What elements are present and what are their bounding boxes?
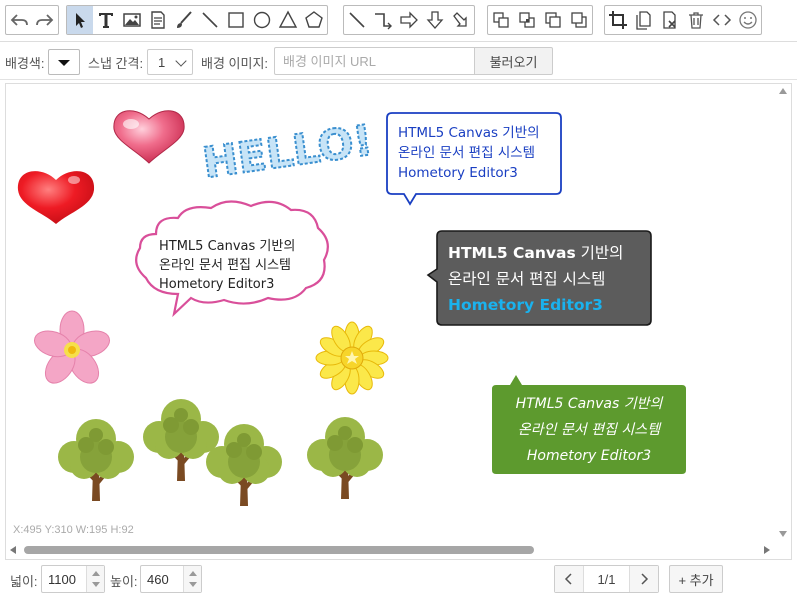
triangle-icon[interactable] bbox=[275, 6, 301, 34]
prev-page-button[interactable] bbox=[555, 566, 583, 592]
options-bar: 배경색: 스냅 간격: 1 배경 이미지: 불러오기 bbox=[0, 42, 797, 80]
elbow-connector-icon[interactable] bbox=[370, 6, 396, 34]
load-button[interactable]: 불러오기 bbox=[474, 47, 553, 75]
crop-icon[interactable] bbox=[605, 6, 631, 34]
height-label: 높이: bbox=[110, 574, 138, 589]
horizontal-scrollbar[interactable] bbox=[6, 541, 791, 559]
width-label: 넓이: bbox=[10, 574, 38, 589]
history-group bbox=[5, 5, 59, 35]
tree-icon[interactable] bbox=[305, 415, 385, 501]
width-spin[interactable] bbox=[86, 566, 104, 592]
bottom-bar: 넓이: 1100 높이: 460 1/1 + 추가 bbox=[0, 560, 797, 603]
green-bubble-text: HTML5 Canvas 기반의 온라인 문서 편집 시스템 Hometory … bbox=[494, 391, 684, 469]
trash-icon[interactable] bbox=[683, 6, 709, 34]
draw-tools-group bbox=[66, 5, 328, 35]
image-icon[interactable] bbox=[119, 6, 145, 34]
editor-app: 배경색: 스냅 간격: 1 배경 이미지: 불러오기 bbox=[0, 0, 797, 603]
scroll-right-icon[interactable] bbox=[764, 546, 770, 554]
spin-up-icon[interactable] bbox=[92, 571, 100, 576]
code-icon[interactable] bbox=[709, 6, 735, 34]
send-back-icon[interactable] bbox=[514, 6, 540, 34]
hello-wordart[interactable]: HELLO! bbox=[199, 114, 377, 188]
yellow-flower-icon[interactable] bbox=[315, 321, 389, 395]
arrange-group bbox=[487, 5, 593, 35]
bg-image-label: 배경 이미지: bbox=[201, 56, 269, 71]
pink-heart-icon[interactable] bbox=[113, 110, 185, 164]
diagonal-line-icon[interactable] bbox=[344, 6, 370, 34]
arrow-right-icon[interactable] bbox=[396, 6, 422, 34]
edit-group bbox=[604, 5, 762, 35]
bubble-bold: HTML5 Canvas bbox=[448, 244, 576, 262]
circle-icon[interactable] bbox=[249, 6, 275, 34]
bubble-line: Hometory Editor3 bbox=[398, 165, 518, 181]
undo-icon[interactable] bbox=[6, 6, 32, 34]
scroll-down-icon[interactable] bbox=[779, 531, 787, 537]
bg-image-url-input[interactable] bbox=[274, 47, 475, 75]
brush-icon[interactable] bbox=[171, 6, 197, 34]
connector-tools-group bbox=[343, 5, 475, 35]
redo-icon[interactable] bbox=[32, 6, 58, 34]
pink-flower-icon[interactable] bbox=[31, 310, 113, 389]
bubble-line: 온라인 문서 편집 시스템 bbox=[517, 422, 661, 438]
blue-bubble-text: HTML5 Canvas 기반의 온라인 문서 편집 시스템 Hometory … bbox=[398, 123, 540, 183]
smiley-icon[interactable] bbox=[735, 6, 761, 34]
rectangle-icon[interactable] bbox=[223, 6, 249, 34]
red-heart-icon[interactable] bbox=[17, 171, 95, 224]
bg-color-picker[interactable] bbox=[48, 49, 80, 75]
document-icon[interactable] bbox=[145, 6, 171, 34]
snap-value: 1 bbox=[158, 55, 166, 70]
arrow-down-icon[interactable] bbox=[422, 6, 448, 34]
bubble-rest: 기반의 bbox=[575, 244, 624, 262]
pentagon-icon[interactable] bbox=[301, 6, 327, 34]
canvas-area[interactable]: HELLO! HTML5 Canvas 기반의 온라인 문서 편집 시스템 Ho… bbox=[5, 83, 792, 560]
page-navigator: 1/1 bbox=[554, 565, 659, 593]
bring-forward-icon[interactable] bbox=[540, 6, 566, 34]
text-icon[interactable] bbox=[93, 6, 119, 34]
hscroll-thumb[interactable] bbox=[24, 546, 534, 554]
add-page-button[interactable]: + 추가 bbox=[669, 565, 723, 593]
main-toolbar bbox=[0, 0, 797, 42]
scroll-up-icon[interactable] bbox=[779, 88, 787, 94]
clear-icon[interactable] bbox=[657, 6, 683, 34]
bubble-line: HTML5 Canvas 기반의 bbox=[159, 239, 296, 254]
bg-color-label: 배경색: bbox=[5, 56, 45, 71]
bubble-line: HTML5 Canvas 기반의 bbox=[398, 125, 540, 141]
bubble-line: HTML5 Canvas 기반의 bbox=[448, 240, 623, 266]
dark-bubble-text: HTML5 Canvas 기반의 온라인 문서 편집 시스템 Hometory … bbox=[448, 240, 623, 318]
width-stepper[interactable]: 1100 bbox=[41, 565, 105, 593]
bubble-line: 온라인 문서 편집 시스템 bbox=[159, 258, 291, 273]
bubble-line: HTML5 Canvas 기반의 bbox=[515, 396, 663, 412]
bubble-line: Hometory Editor3 bbox=[159, 277, 275, 292]
send-backward-icon[interactable] bbox=[566, 6, 592, 34]
vertical-scrollbar[interactable] bbox=[779, 88, 787, 537]
arrow-diagonal-icon[interactable] bbox=[448, 6, 474, 34]
page-indicator: 1/1 bbox=[583, 566, 630, 592]
next-page-button[interactable] bbox=[630, 566, 658, 592]
chevron-right-icon bbox=[641, 573, 649, 585]
chevron-left-icon bbox=[564, 573, 572, 585]
copy-icon[interactable] bbox=[631, 6, 657, 34]
spin-up-icon[interactable] bbox=[189, 571, 197, 576]
width-value: 1100 bbox=[48, 572, 76, 587]
height-stepper[interactable]: 460 bbox=[140, 565, 202, 593]
chevron-down-icon bbox=[175, 55, 187, 67]
height-spin[interactable] bbox=[183, 566, 201, 592]
dropdown-triangle-icon bbox=[58, 60, 70, 66]
tree-icon[interactable] bbox=[56, 417, 136, 503]
spin-down-icon[interactable] bbox=[92, 582, 100, 587]
bring-front-icon[interactable] bbox=[488, 6, 514, 34]
coords-readout: X:495 Y:310 W:195 H:92 bbox=[13, 524, 134, 536]
bubble-line: Hometory Editor3 bbox=[448, 296, 603, 314]
spin-down-icon[interactable] bbox=[189, 582, 197, 587]
snap-label: 스냅 간격: bbox=[88, 56, 144, 71]
scroll-left-icon[interactable] bbox=[10, 546, 16, 554]
bubble-line: 온라인 문서 편집 시스템 bbox=[398, 145, 536, 161]
pink-bubble-text: HTML5 Canvas 기반의 온라인 문서 편집 시스템 Hometory … bbox=[159, 237, 295, 294]
pointer-icon[interactable] bbox=[67, 6, 93, 34]
bubble-line: Hometory Editor3 bbox=[526, 448, 652, 464]
height-value: 460 bbox=[147, 572, 169, 587]
snap-select[interactable]: 1 bbox=[147, 49, 193, 75]
line-icon[interactable] bbox=[197, 6, 223, 34]
bubble-line: 온라인 문서 편집 시스템 bbox=[448, 270, 606, 288]
